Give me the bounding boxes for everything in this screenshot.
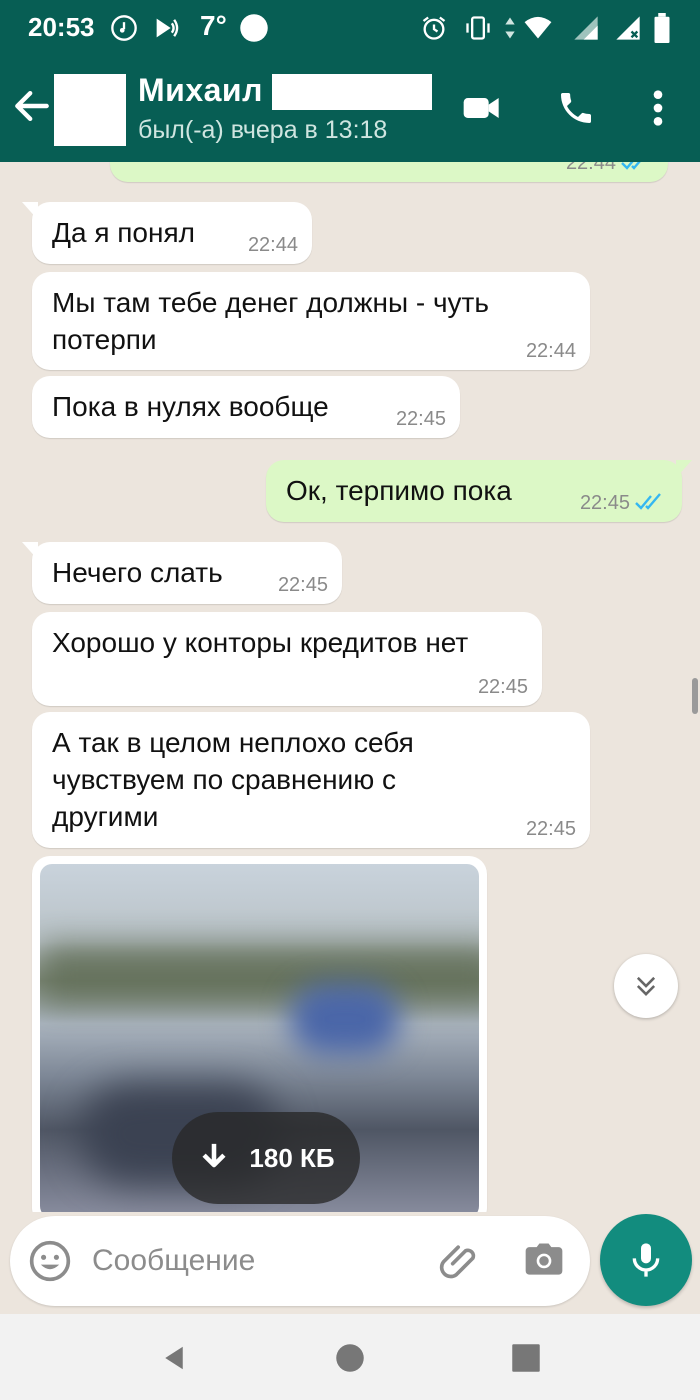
message-time: 22:45 [477,676,528,698]
redaction-box [272,74,432,110]
signal-icon [570,12,602,44]
scroll-to-bottom-button[interactable] [614,954,678,1018]
message-text: Хорошо у конторы кредитов нет [52,627,469,658]
message-composer [10,1216,590,1306]
read-ticks-icon [635,493,661,510]
cast-icon [150,12,182,44]
double-chevron-down-icon [636,976,656,996]
message-time: 22:44 [247,234,298,256]
video-call-icon[interactable] [458,84,506,132]
message-bubble-incoming[interactable]: Пока в нулях вообще 22:45 [32,376,460,438]
status-bar: 20:53 7° [0,0,700,56]
status-time: 20:53 [28,12,95,42]
emoji-icon[interactable] [28,1239,72,1283]
mic-icon [632,1243,660,1277]
chat-area[interactable]: 22:44 Да я понял 22:44 Мы там тебе денег… [0,162,700,1212]
image-message[interactable]: 180 КБ [32,856,487,1212]
message-text: Мы там тебе денег должны - чуть потерпи [52,287,489,355]
music-note-icon [108,12,140,44]
message-time: 22:45 [277,574,328,596]
nav-back-icon[interactable] [156,1340,192,1376]
download-size: 180 КБ [249,1142,335,1173]
avatar[interactable] [54,74,126,146]
message-time: 22:44 [525,340,576,362]
read-ticks-icon [621,162,641,170]
wifi-icon [522,12,554,44]
download-button[interactable]: 180 КБ [172,1112,360,1204]
circle-icon [238,12,270,44]
message-bubble-outgoing[interactable]: Ок, терпимо пока 22:45 [266,460,692,522]
message-time: 22:44 [565,162,616,174]
vibrate-icon [462,12,494,44]
message-input[interactable] [92,1238,412,1284]
chat-header: Михаил был(-а) вчера в 13:18 [0,56,700,162]
message-time: 22:45 [579,492,630,514]
message-time: 22:45 [525,818,576,840]
back-arrow-icon[interactable] [10,84,54,128]
phone-icon[interactable] [552,84,600,132]
scrollbar-thumb[interactable] [692,678,698,714]
message-time: 22:45 [395,408,446,430]
contact-name[interactable]: Михаил [138,72,263,109]
message-bubble-outgoing[interactable]: 22:44 [110,162,668,182]
more-vert-icon[interactable] [634,84,682,132]
alarm-icon [418,12,450,44]
message-bubble-incoming[interactable]: Мы там тебе денег должны - чуть потерпи … [32,272,590,370]
blurred-image-preview[interactable]: 180 КБ [40,864,479,1212]
signal-x-icon [612,12,644,44]
message-text: А так в целом неплохо себя чувствуем по … [52,727,414,832]
status-temperature: 7° [200,10,227,41]
download-arrow-icon [202,1143,226,1168]
mic-button[interactable] [600,1214,692,1306]
attach-icon[interactable] [438,1238,482,1282]
last-seen-status: был(-а) вчера в 13:18 [138,116,388,144]
system-nav-bar [0,1314,700,1400]
message-bubble-incoming[interactable]: Нечего слать 22:45 [22,542,342,604]
message-text: Пока в нулях вообще [52,391,329,422]
battery-icon [646,12,678,44]
nav-recents-icon[interactable] [508,1340,544,1376]
camera-icon[interactable] [522,1238,566,1282]
message-bubble-incoming[interactable]: А так в целом неплохо себя чувствуем по … [32,712,590,848]
message-bubble-incoming[interactable]: Да я понял 22:44 [22,202,312,264]
message-bubble-incoming[interactable]: Хорошо у конторы кредитов нет 22:45 [32,612,542,706]
nav-home-icon[interactable] [332,1340,368,1376]
